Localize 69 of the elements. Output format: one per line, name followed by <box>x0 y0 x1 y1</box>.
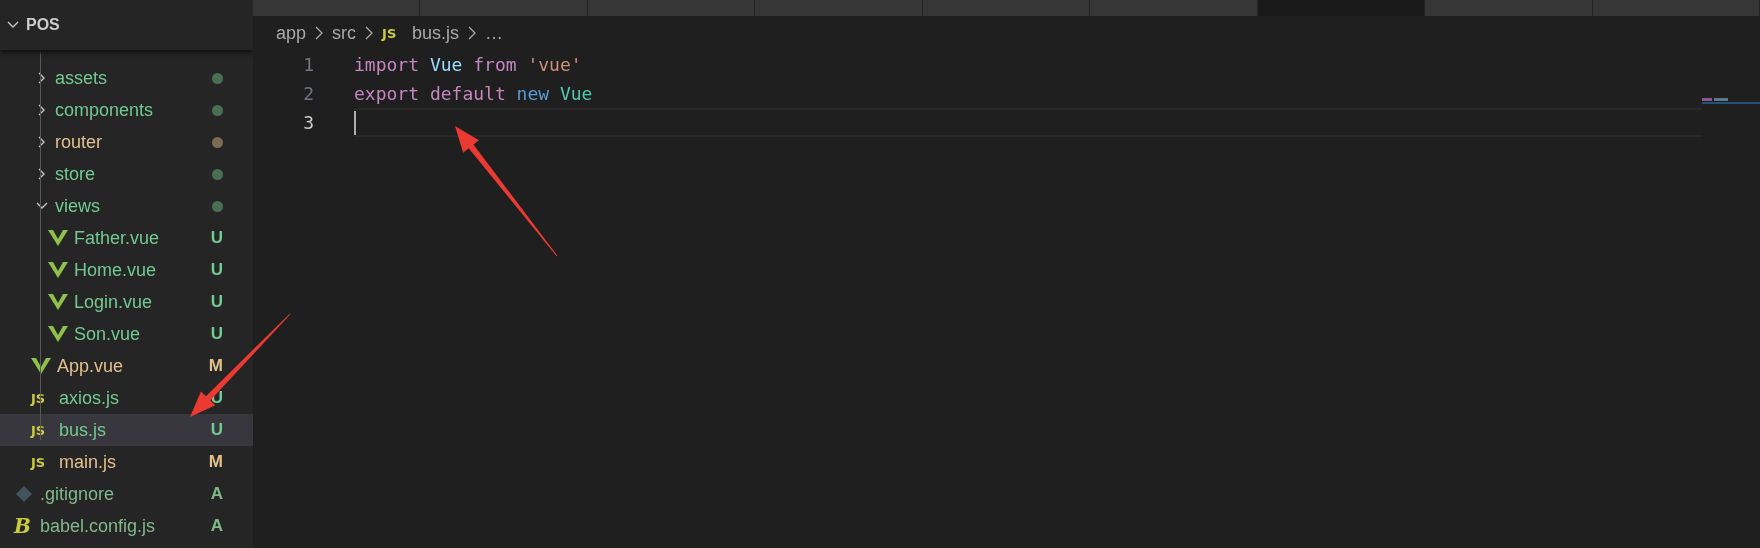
js-file-icon: JS <box>31 454 53 470</box>
git-status: A <box>210 484 223 504</box>
git-file-icon <box>14 485 34 503</box>
file-name: .gitignore <box>40 483 116 505</box>
vue-file-icon <box>48 325 68 343</box>
status-dot-icon <box>212 200 223 212</box>
file-name: Son.vue <box>74 323 142 345</box>
breadcrumb-item[interactable]: … <box>485 22 504 44</box>
git-status: U <box>210 228 223 248</box>
folder-item[interactable]: router <box>0 126 253 158</box>
text-cursor <box>354 110 356 135</box>
chevron-icon <box>364 26 375 40</box>
status-dot-icon <box>212 104 223 116</box>
file-name: components <box>55 99 155 121</box>
chevron-icon <box>314 26 325 40</box>
explorer-title[interactable]: POS <box>26 16 60 34</box>
line-number: 1 <box>302 54 314 75</box>
file-name: assets <box>55 67 109 89</box>
line-number: 3 <box>302 112 314 133</box>
file-name: axios.js <box>59 387 121 409</box>
babel-file-icon: B <box>14 514 34 538</box>
minimap-drawing <box>1702 98 1760 105</box>
vue-file-icon <box>31 357 51 375</box>
status-dot-icon <box>212 168 223 180</box>
folder-item[interactable]: store <box>0 158 253 190</box>
chevron-icon <box>467 26 478 40</box>
file-item[interactable]: B babel.config.js A <box>0 510 253 542</box>
folder-item[interactable]: assets <box>0 62 253 94</box>
file-name: Home.vue <box>74 259 158 281</box>
file-name: router <box>55 131 104 153</box>
code-line: export default new Vue <box>354 83 593 104</box>
file-name: main.js <box>59 451 117 473</box>
file-name: store <box>55 163 97 185</box>
code-line: import Vue from 'vue' <box>354 54 582 75</box>
file-name: App.vue <box>57 355 125 377</box>
vue-file-icon <box>48 293 68 311</box>
file-name: Login.vue <box>74 291 154 313</box>
git-status: U <box>210 324 223 344</box>
vue-file-icon <box>48 261 68 279</box>
file-name: Father.vue <box>74 227 161 249</box>
breadcrumb-item[interactable]: app <box>276 22 307 44</box>
file-name: bus.js <box>59 419 108 441</box>
folder-item[interactable]: components <box>0 94 253 126</box>
file-item[interactable]: .gitignore A <box>0 478 253 510</box>
git-status: M <box>208 356 223 376</box>
git-status: U <box>210 420 223 440</box>
file-item[interactable]: App.vue M <box>0 350 253 382</box>
file-item[interactable]: Home.vue U <box>0 254 253 286</box>
editor-tab[interactable] <box>1090 0 1258 16</box>
file-item[interactable]: Login.vue U <box>0 286 253 318</box>
git-status: U <box>210 292 223 312</box>
status-dot-icon <box>212 136 223 148</box>
editor-tab[interactable] <box>1257 0 1426 16</box>
status-dot-icon <box>212 72 223 84</box>
git-status: U <box>210 260 223 280</box>
editor-tab[interactable] <box>1425 0 1593 16</box>
breadcrumb-item[interactable]: src <box>332 22 357 44</box>
js-file-icon: JS <box>382 25 405 41</box>
vue-file-icon <box>48 229 68 247</box>
file-item[interactable]: Father.vue U <box>0 222 253 254</box>
file-item[interactable]: JS main.js M <box>0 446 253 478</box>
breadcrumb-item[interactable]: JS bus.js <box>382 22 460 44</box>
file-item[interactable]: Son.vue U <box>0 318 253 350</box>
folder-item[interactable]: views <box>0 190 253 222</box>
git-status: M <box>208 452 223 472</box>
git-status: A <box>210 516 223 536</box>
line-number: 2 <box>302 83 314 104</box>
file-name: babel.config.js <box>40 515 157 537</box>
file-name: views <box>55 195 101 217</box>
